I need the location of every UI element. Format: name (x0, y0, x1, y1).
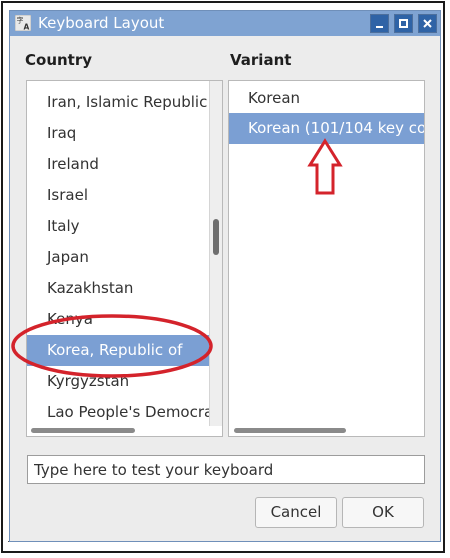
country-horizontal-scroll-thumb[interactable] (31, 428, 135, 433)
country-item-iran[interactable]: Iran, Islamic Republic o (27, 87, 209, 118)
variant-item-korean[interactable]: Korean (229, 83, 424, 114)
cancel-button[interactable]: Cancel (255, 497, 337, 528)
country-list[interactable]: Iran, Islamic Republic o Iraq Ireland Is… (26, 80, 223, 437)
country-item-italy[interactable]: Italy (27, 211, 209, 242)
country-vertical-scrollbar[interactable] (209, 81, 222, 426)
country-item-iraq[interactable]: Iraq (27, 118, 209, 149)
variant-horizontal-scroll-thumb[interactable] (234, 428, 346, 433)
country-label: Country (25, 51, 93, 69)
minimize-button[interactable] (370, 14, 389, 33)
country-item-kazakhstan[interactable]: Kazakhstan (27, 273, 209, 304)
country-item-japan[interactable]: Japan (27, 242, 209, 273)
country-vertical-scroll-thumb[interactable] (213, 219, 219, 255)
variant-list[interactable]: Korean Korean (101/104 key con (228, 80, 425, 437)
svg-text:A: A (24, 23, 30, 32)
svg-text:字: 字 (17, 16, 24, 25)
ok-button[interactable]: OK (342, 497, 424, 528)
variant-item-korean-101-104-selected[interactable]: Korean (101/104 key con (229, 113, 424, 144)
window-title: Keyboard Layout (38, 14, 165, 32)
country-item-kenya[interactable]: Kenya (27, 304, 209, 335)
keyboard-layout-dialog: 字 A Keyboard Layout Country Iran, Islami… (9, 10, 441, 542)
close-icon (423, 19, 432, 28)
maximize-icon (399, 19, 408, 28)
country-item-israel[interactable]: Israel (27, 180, 209, 211)
variant-label: Variant (230, 51, 292, 69)
close-button[interactable] (418, 14, 437, 33)
minimize-icon (376, 26, 383, 28)
country-item-korea-selected[interactable]: Korea, Republic of (27, 335, 209, 366)
titlebar[interactable]: 字 A Keyboard Layout (10, 11, 440, 36)
country-item-ireland[interactable]: Ireland (27, 149, 209, 180)
country-item-lao[interactable]: Lao People's Democrat (27, 397, 209, 428)
maximize-button[interactable] (394, 14, 413, 33)
keyboard-test-input[interactable] (27, 455, 425, 484)
country-item-kyrgyzstan[interactable]: Kyrgyzstan (27, 366, 209, 397)
keyboard-layout-app-icon: 字 A (15, 15, 31, 31)
